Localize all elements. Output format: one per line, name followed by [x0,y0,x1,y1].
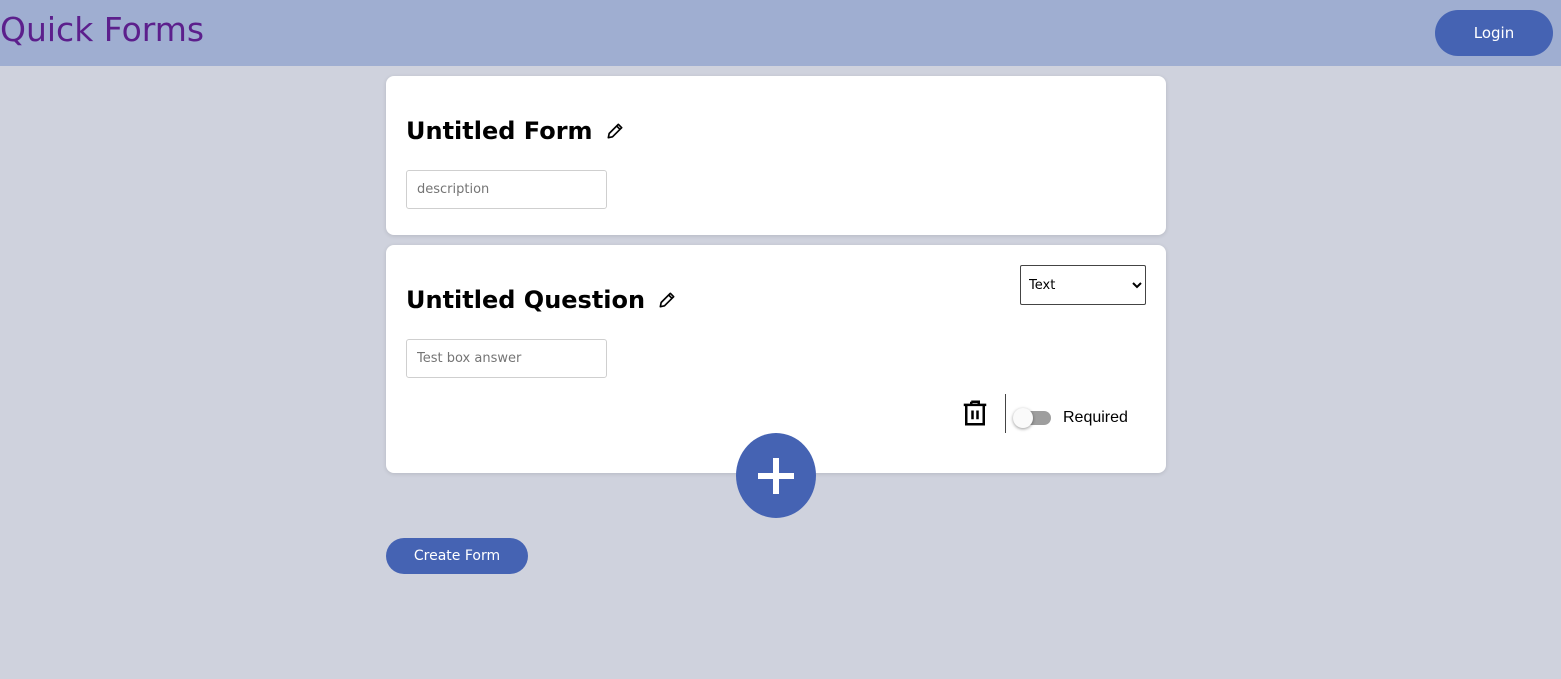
form-description-input[interactable] [406,170,607,209]
create-form-button[interactable]: Create Form [386,538,528,574]
question-type-select[interactable]: Text [1020,265,1146,305]
form-title: Untitled Form [406,116,625,146]
login-button[interactable]: Login [1435,10,1553,56]
required-toggle[interactable] [1013,408,1052,428]
toggle-knob [1013,408,1033,428]
app-title: Quick Forms [0,10,205,49]
add-question-button[interactable] [736,433,816,518]
trash-icon[interactable] [960,398,990,428]
plus-icon [758,457,794,494]
question-title: Untitled Question [406,285,677,315]
question-title-text: Untitled Question [406,286,646,314]
pencil-icon[interactable] [605,121,625,141]
form-header-card: Untitled Form [386,76,1166,235]
pencil-icon[interactable] [657,290,677,310]
top-bar: Quick Forms Login [0,0,1561,66]
form-title-text: Untitled Form [406,117,593,145]
answer-input[interactable] [406,339,607,378]
required-label: Required [1063,409,1128,426]
action-divider [1005,394,1006,433]
